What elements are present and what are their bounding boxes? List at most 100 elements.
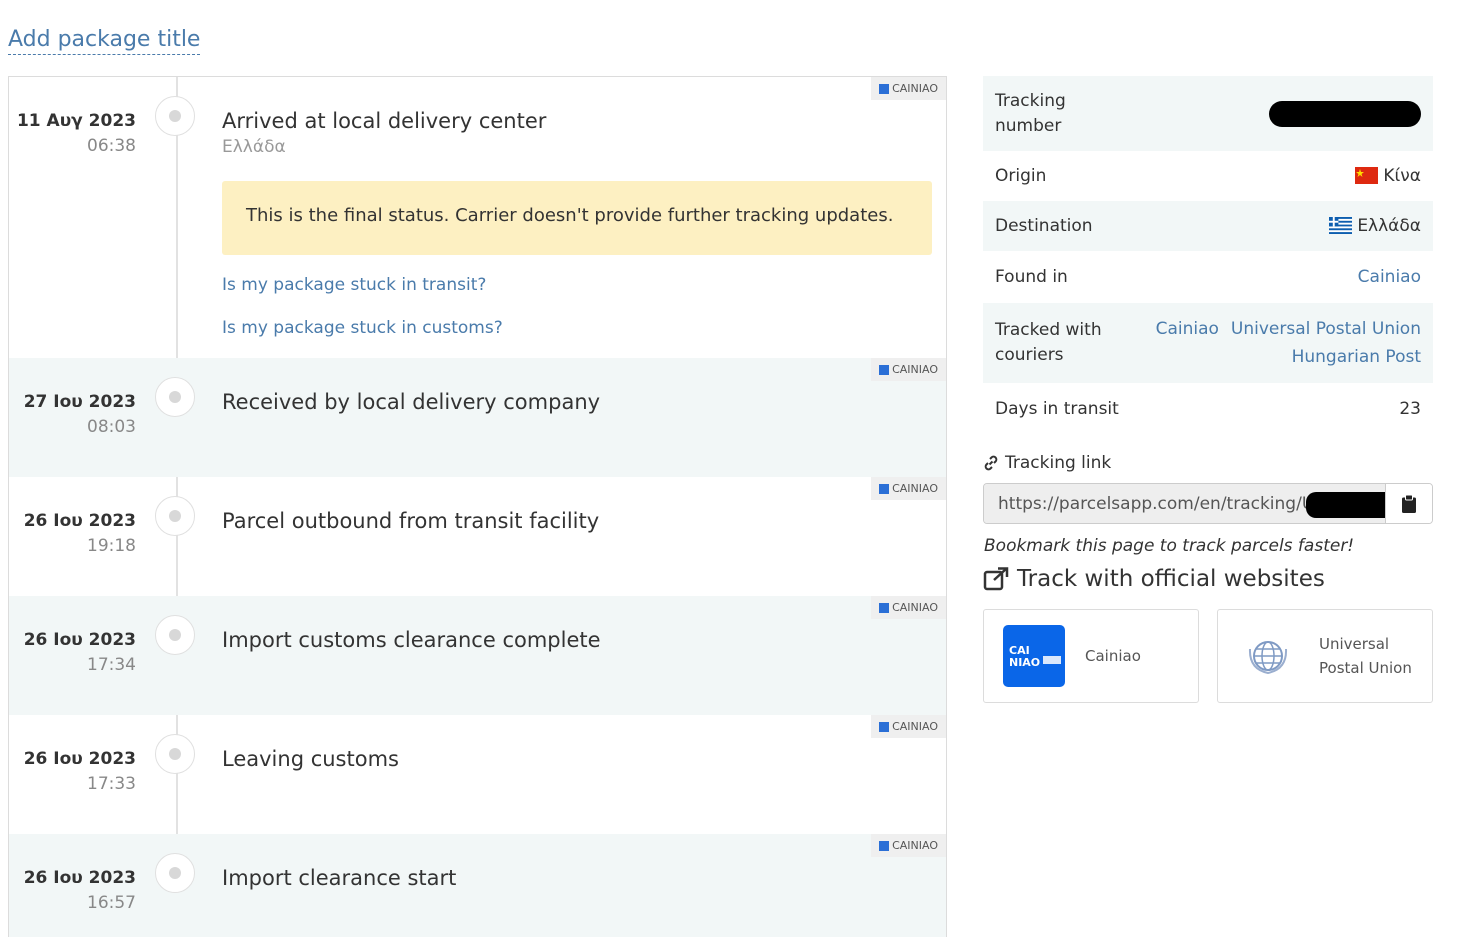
origin-label: Origin	[995, 166, 1047, 186]
event-status: Parcel outbound from transit facility	[222, 509, 600, 533]
event-date: 26 Ιου 2023	[23, 749, 136, 769]
timeline-event: CAINIAO 11 Αυγ 2023 06:38 Arrived at loc…	[9, 77, 946, 358]
destination-label: Destination	[995, 216, 1093, 236]
upu-website-card[interactable]: Universal Postal Union	[1217, 609, 1433, 703]
found-in-label: Found in	[995, 267, 1068, 287]
upu-card-name: Universal Postal Union	[1319, 635, 1412, 677]
origin-country: Κίνα	[1383, 166, 1421, 186]
tracking-link-label: Tracking link	[983, 453, 1111, 473]
event-date: 26 Ιου 2023	[23, 630, 136, 650]
timeline-event: CAINIAO 26 Ιου 2023 19:18 Parcel outboun…	[9, 477, 946, 596]
timeline-dot-icon	[155, 853, 195, 893]
event-date: 11 Αυγ 2023	[16, 111, 136, 131]
carrier-badge: CAINIAO	[871, 477, 946, 500]
redacted-url-part	[1306, 492, 1385, 518]
redacted-tracking-number	[1269, 100, 1421, 127]
carrier-badge: CAINIAO	[871, 358, 946, 381]
cainiao-mini-icon	[879, 602, 890, 613]
carrier-badge-label: CAINIAO	[892, 363, 938, 376]
link-icon	[984, 455, 998, 471]
carrier-badge: CAINIAO	[871, 834, 946, 857]
timeline-dot-icon	[155, 734, 195, 774]
days-in-transit-label: Days in transit	[995, 399, 1119, 419]
event-time: 08:03	[87, 417, 136, 437]
official-websites-heading: Track with official websites	[983, 566, 1325, 592]
event-date: 26 Ιου 2023	[23, 868, 136, 888]
carrier-badge-label: CAINIAO	[892, 601, 938, 614]
carrier-badge-label: CAINIAO	[892, 720, 938, 733]
event-time: 17:34	[87, 655, 136, 675]
event-time: 19:18	[87, 536, 136, 556]
destination-value: Ελλάδα	[1329, 216, 1421, 236]
carrier-badge: CAINIAO	[871, 77, 946, 100]
carrier-badge-label: CAINIAO	[892, 839, 938, 852]
package-info-table: Tracking number Origin Κίνα Destination …	[983, 76, 1433, 435]
days-in-transit-row: Days in transit 23	[983, 383, 1433, 435]
tracking-number-row: Tracking number	[983, 76, 1433, 151]
tracking-link-text: Tracking link	[1005, 453, 1112, 473]
found-in-row: Found in Cainiao	[983, 251, 1433, 303]
tracking-timeline: CAINIAO 11 Αυγ 2023 06:38 Arrived at loc…	[8, 76, 947, 937]
destination-country: Ελλάδα	[1357, 216, 1421, 236]
event-status: Leaving customs	[222, 747, 399, 771]
tracking-number-label: Tracking number	[995, 90, 1066, 136]
china-flag-icon	[1355, 167, 1379, 184]
cainiao-mini-icon	[879, 721, 890, 732]
event-status: Arrived at local delivery center	[222, 109, 547, 133]
destination-row: Destination Ελλάδα	[983, 201, 1433, 251]
event-location: Ελλάδα	[222, 137, 286, 157]
timeline-dot-icon	[155, 96, 195, 136]
svg-text:NIAO: NIAO	[1009, 656, 1040, 669]
carrier-badge-label: CAINIAO	[892, 82, 938, 95]
external-link-icon	[983, 567, 1009, 591]
cainiao-logo-icon: CAI NIAO	[1003, 625, 1065, 687]
event-date: 27 Ιου 2023	[23, 392, 136, 412]
timeline-dot-icon	[155, 496, 195, 536]
origin-row: Origin Κίνα	[983, 151, 1433, 201]
cainiao-card-name: Cainiao	[1085, 647, 1141, 665]
upu-logo-icon	[1248, 641, 1288, 675]
timeline-event: CAINIAO 26 Ιου 2023 17:33 Leaving custom…	[9, 715, 946, 834]
carrier-badge-label: CAINIAO	[892, 482, 938, 495]
bookmark-hint: Bookmark this page to track parcels fast…	[984, 536, 1355, 556]
event-time: 16:57	[87, 893, 136, 913]
tracked-with-row: Tracked with couriers Cainiao Universal P…	[983, 303, 1433, 383]
timeline-event: CAINIAO 26 Ιου 2023 16:57 Import clearan…	[9, 834, 946, 937]
event-status: Import customs clearance complete	[222, 628, 601, 652]
carrier-badge: CAINIAO	[871, 715, 946, 738]
carrier-badge: CAINIAO	[871, 596, 946, 619]
cainiao-mini-icon	[879, 840, 890, 851]
stuck-in-customs-link[interactable]: Is my package stuck in customs?	[222, 318, 503, 338]
courier-link-upu[interactable]: Universal Postal Union	[1231, 319, 1421, 339]
courier-list: Cainiao Universal Postal Union Hungarian …	[1144, 315, 1421, 371]
tracking-url-input[interactable]: https://parcelsapp.com/en/tracking/UA	[984, 484, 1385, 523]
tracking-url-field: https://parcelsapp.com/en/tracking/UA	[983, 483, 1433, 524]
timeline-dot-icon	[155, 377, 195, 417]
tracked-with-label: Tracked with couriers	[995, 320, 1102, 365]
cainiao-website-card[interactable]: CAI NIAO Cainiao	[983, 609, 1199, 703]
stuck-in-transit-link[interactable]: Is my package stuck in transit?	[222, 275, 486, 295]
event-status: Import clearance start	[222, 866, 457, 890]
timeline-event: CAINIAO 26 Ιου 2023 17:34 Import customs…	[9, 596, 946, 715]
final-status-notice: This is the final status. Carrier doesn'…	[222, 181, 932, 255]
days-in-transit-value: 23	[1399, 399, 1421, 419]
event-date: 26 Ιου 2023	[23, 511, 136, 531]
official-heading-text: Track with official websites	[1017, 566, 1325, 592]
tracking-url-text: https://parcelsapp.com/en/tracking/UA	[998, 494, 1326, 514]
event-status: Received by local delivery company	[222, 390, 601, 414]
event-time: 17:33	[87, 774, 136, 794]
courier-link-cainiao[interactable]: Cainiao	[1156, 319, 1219, 339]
origin-value: Κίνα	[1355, 166, 1421, 186]
greece-flag-icon	[1329, 217, 1353, 234]
cainiao-mini-icon	[879, 364, 890, 375]
courier-link-hungarian-post[interactable]: Hungarian Post	[1292, 347, 1421, 367]
cainiao-mini-icon	[879, 83, 890, 94]
timeline-event: CAINIAO 27 Ιου 2023 08:03 Received by lo…	[9, 358, 946, 477]
event-time: 06:38	[87, 136, 136, 156]
clipboard-icon	[1402, 494, 1416, 513]
copy-link-button[interactable]	[1385, 484, 1432, 523]
add-package-title-link[interactable]: Add package title	[8, 26, 201, 55]
cainiao-mini-icon	[879, 483, 890, 494]
timeline-dot-icon	[155, 615, 195, 655]
found-in-link[interactable]: Cainiao	[1358, 267, 1421, 287]
